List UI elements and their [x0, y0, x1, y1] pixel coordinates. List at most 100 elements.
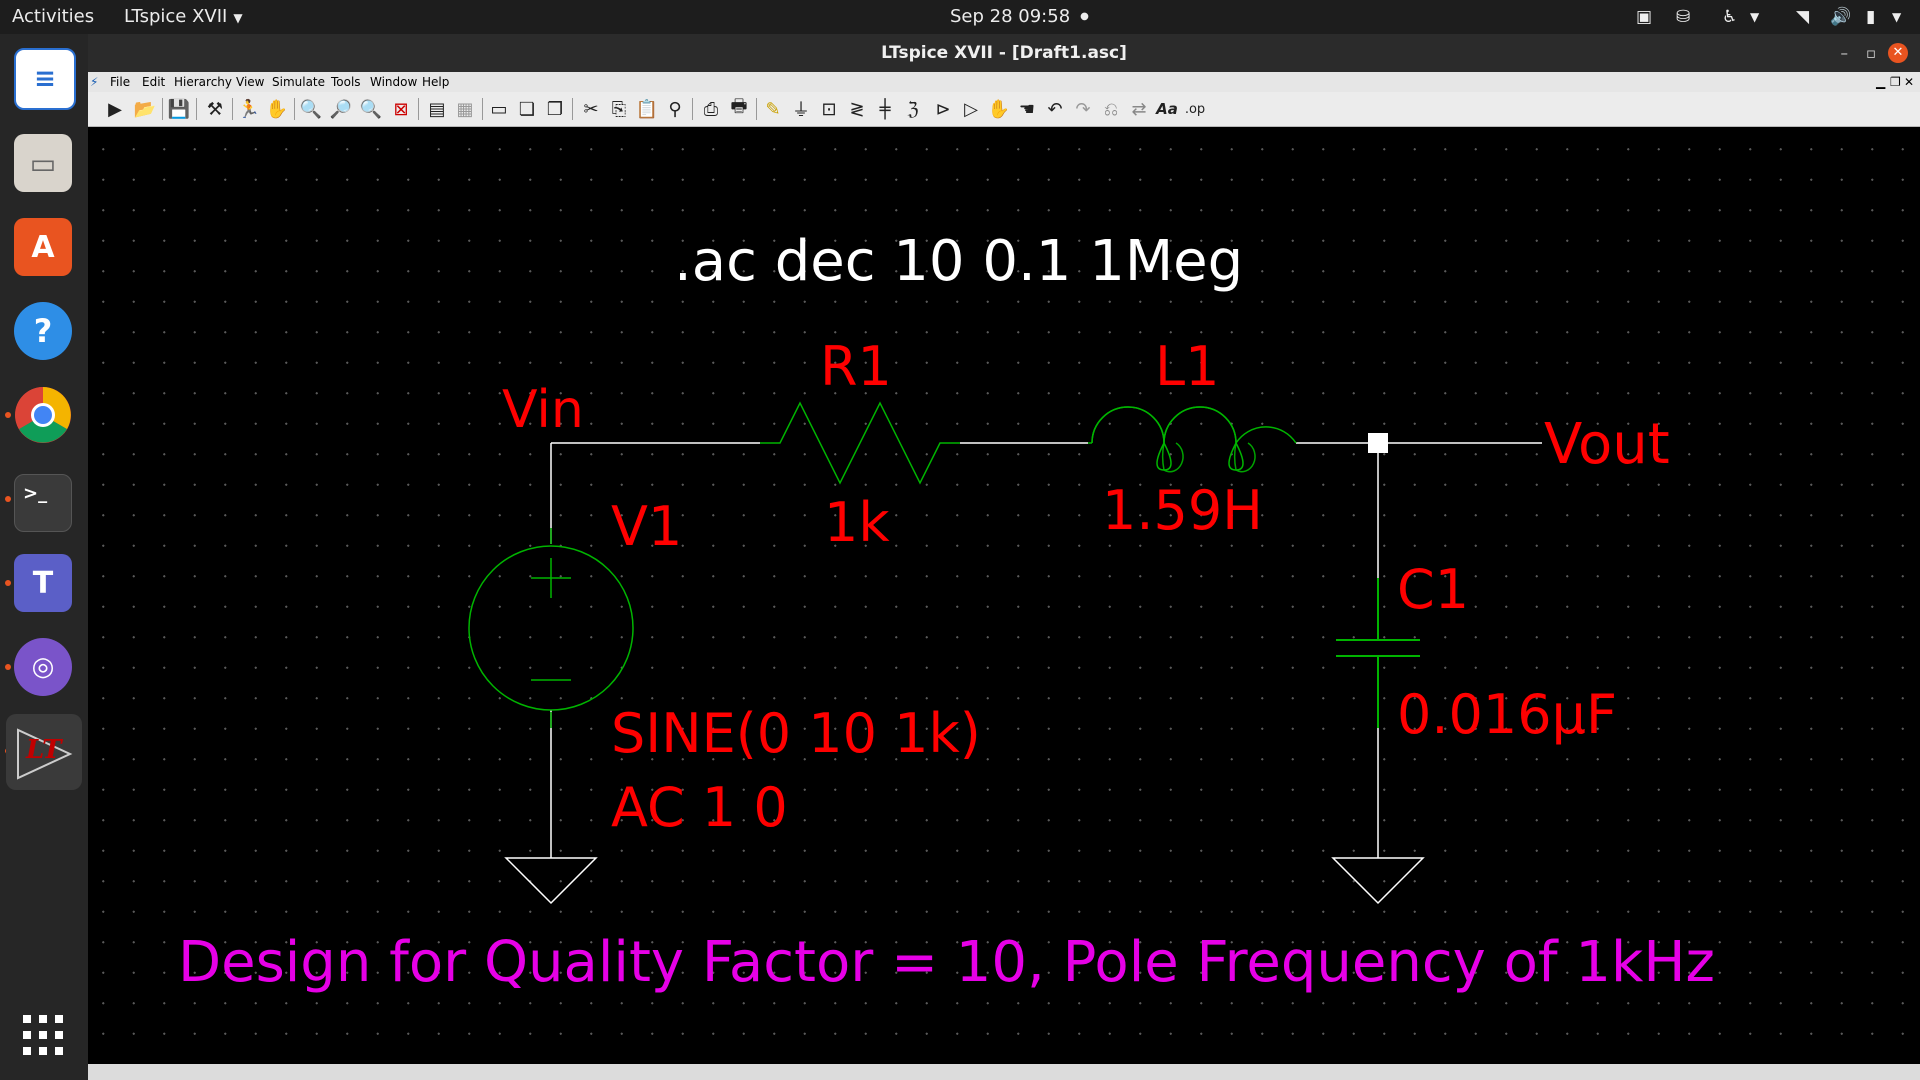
tile-horizontal-icon[interactable]: ▭	[486, 96, 512, 122]
ltspice-icon[interactable]: LT	[6, 714, 82, 790]
toolbar-separator	[162, 98, 163, 120]
menu-window[interactable]: Window	[370, 75, 417, 89]
ground-icon[interactable]: ⏚	[788, 96, 814, 122]
toolbar-separator	[418, 98, 419, 120]
design-comment[interactable]: Design for Quality Factor = 10, Pole Fre…	[178, 930, 1715, 995]
schematic-labels: .ac dec 10 0.1 1Meg Vin Vout V1 SINE(0 1…	[178, 229, 1715, 995]
system-menu-chevron-icon[interactable]: ▼	[1892, 0, 1901, 34]
halt-icon[interactable]: ✋	[264, 96, 290, 122]
print-icon[interactable]: 🖶	[726, 96, 752, 122]
software-center-icon[interactable]: A	[14, 218, 72, 276]
battery-icon[interactable]: ▮	[1866, 0, 1875, 34]
find-icon[interactable]: ⚲	[662, 96, 688, 122]
clock[interactable]: Sep 28 09:58 ●	[950, 0, 1089, 34]
run-icon[interactable]: ▶	[102, 96, 128, 122]
toolbar-separator	[294, 98, 295, 120]
capacitor-icon[interactable]: ╪	[872, 96, 898, 122]
volume-icon[interactable]: 🔊	[1830, 0, 1851, 34]
chevron-down-icon: ▼	[233, 11, 243, 25]
tray-app-icon[interactable]: ▣	[1636, 0, 1652, 34]
minimize-icon[interactable]: –	[1841, 34, 1849, 72]
undo-icon[interactable]: ↶	[1042, 96, 1068, 122]
help-icon[interactable]: ?	[14, 302, 72, 360]
print-preview-icon[interactable]: ⎙	[698, 96, 724, 122]
grid-icon[interactable]: ▦	[452, 96, 478, 122]
r1-name[interactable]: R1	[820, 335, 892, 398]
wifi-icon[interactable]: ◥	[1796, 0, 1809, 34]
files-icon[interactable]: ▭	[14, 134, 72, 192]
chevron-down-icon[interactable]: ▼	[1750, 0, 1759, 34]
menu-tools[interactable]: Tools	[331, 75, 361, 89]
ac-directive[interactable]: .ac dec 10 0.1 1Meg	[674, 229, 1243, 294]
resistor-icon[interactable]: ≷	[844, 96, 870, 122]
open-folder-icon[interactable]: 📂	[132, 96, 158, 122]
chrome-icon[interactable]	[14, 386, 72, 444]
copy-icon[interactable]: ⎘	[606, 96, 632, 122]
diode-icon[interactable]: ⊳	[930, 96, 956, 122]
redo-icon[interactable]: ↷	[1070, 96, 1096, 122]
menu-edit[interactable]: Edit	[142, 75, 165, 89]
rotate-icon[interactable]: ⎌	[1098, 96, 1124, 122]
spice-directive-icon[interactable]: .op	[1182, 96, 1208, 122]
menu-file[interactable]: File	[110, 75, 130, 89]
drive-icon[interactable]: ⛁	[1676, 0, 1690, 34]
cut-icon[interactable]: ✂	[578, 96, 604, 122]
ltspice-window: LTspice XVII - [Draft1.asc] – ▫ ✕ ⚡ File…	[88, 34, 1920, 1080]
pan-icon[interactable]: 🔎	[328, 96, 354, 122]
toolbar-separator	[756, 98, 757, 120]
window-titlebar[interactable]: LTspice XVII - [Draft1.asc] – ▫ ✕	[88, 34, 1920, 72]
zoom-in-icon[interactable]: 🔍	[298, 96, 324, 122]
close-icon[interactable]: ✕	[1888, 43, 1908, 63]
window-title: LTspice XVII - [Draft1.asc]	[881, 43, 1127, 63]
inductor-icon[interactable]: ℨ	[900, 96, 926, 122]
draw-wire-icon[interactable]: ✎	[760, 96, 786, 122]
autorange-icon[interactable]: ▤	[424, 96, 450, 122]
menu-help[interactable]: Help	[422, 75, 449, 89]
save-icon[interactable]: 💾	[166, 96, 192, 122]
mdi-close-icon[interactable]: ✕	[1904, 75, 1914, 89]
c1-name[interactable]: C1	[1397, 558, 1469, 621]
app-menu[interactable]: LTspice XVII ▼	[124, 0, 243, 34]
move-hand-icon[interactable]: ✋	[986, 96, 1012, 122]
running-indicator	[5, 664, 11, 670]
maximize-icon[interactable]: ▫	[1866, 34, 1876, 72]
zoom-out-icon[interactable]: 🔍	[358, 96, 384, 122]
text-tool-icon[interactable]: Aa	[1154, 96, 1180, 122]
toolbar-separator	[572, 98, 573, 120]
teams-icon[interactable]: T	[14, 554, 72, 612]
accessibility-icon[interactable]: ♿	[1722, 0, 1737, 34]
l1-name[interactable]: L1	[1155, 335, 1219, 398]
running-indicator	[5, 496, 11, 502]
activities-button[interactable]: Activities	[12, 0, 94, 34]
net-label-vout[interactable]: Vout	[1544, 412, 1670, 477]
drag-hand-icon[interactable]: ☚	[1014, 96, 1040, 122]
net-label-vin[interactable]: Vin	[502, 380, 584, 440]
r1-value[interactable]: 1k	[824, 491, 890, 554]
terminal-icon[interactable]: >_	[14, 474, 72, 532]
label-net-icon[interactable]: ⊡	[816, 96, 842, 122]
toolbar-separator	[692, 98, 693, 120]
menu-view[interactable]: View	[236, 75, 264, 89]
cascade-icon[interactable]: ❏	[514, 96, 540, 122]
zoom-fit-icon[interactable]: ⊠	[388, 96, 414, 122]
schematic-canvas[interactable]: .ac dec 10 0.1 1Meg Vin Vout V1 SINE(0 1…	[90, 128, 1918, 1062]
v1-value-line1[interactable]: SINE(0 10 1k)	[611, 702, 981, 765]
mirror-icon[interactable]: ⇄	[1126, 96, 1152, 122]
l1-value[interactable]: 1.59H	[1102, 479, 1263, 542]
paste-icon[interactable]: 📋	[634, 96, 660, 122]
v1-value-line2[interactable]: AC 1 0	[611, 776, 788, 839]
mdi-minimize-icon[interactable]: ▁	[1876, 75, 1885, 89]
c1-value[interactable]: 0.016µF	[1397, 683, 1617, 746]
control-panel-icon[interactable]: ⚒	[202, 96, 228, 122]
writer-document-icon[interactable]: ≡	[14, 48, 76, 110]
menu-simulate[interactable]: Simulate	[272, 75, 325, 89]
globe-app-icon[interactable]: ◎	[14, 638, 72, 696]
svg-text:LT: LT	[25, 735, 63, 765]
run-simulation-icon[interactable]: 🏃	[236, 96, 262, 122]
menu-hierarchy[interactable]: Hierarchy	[174, 75, 232, 89]
tile-vertical-icon[interactable]: ❐	[542, 96, 568, 122]
component-icon[interactable]: ▷	[958, 96, 984, 122]
mdi-restore-icon[interactable]: ❐	[1890, 75, 1901, 89]
show-applications-icon[interactable]	[14, 1006, 72, 1064]
v1-name[interactable]: V1	[611, 495, 682, 558]
